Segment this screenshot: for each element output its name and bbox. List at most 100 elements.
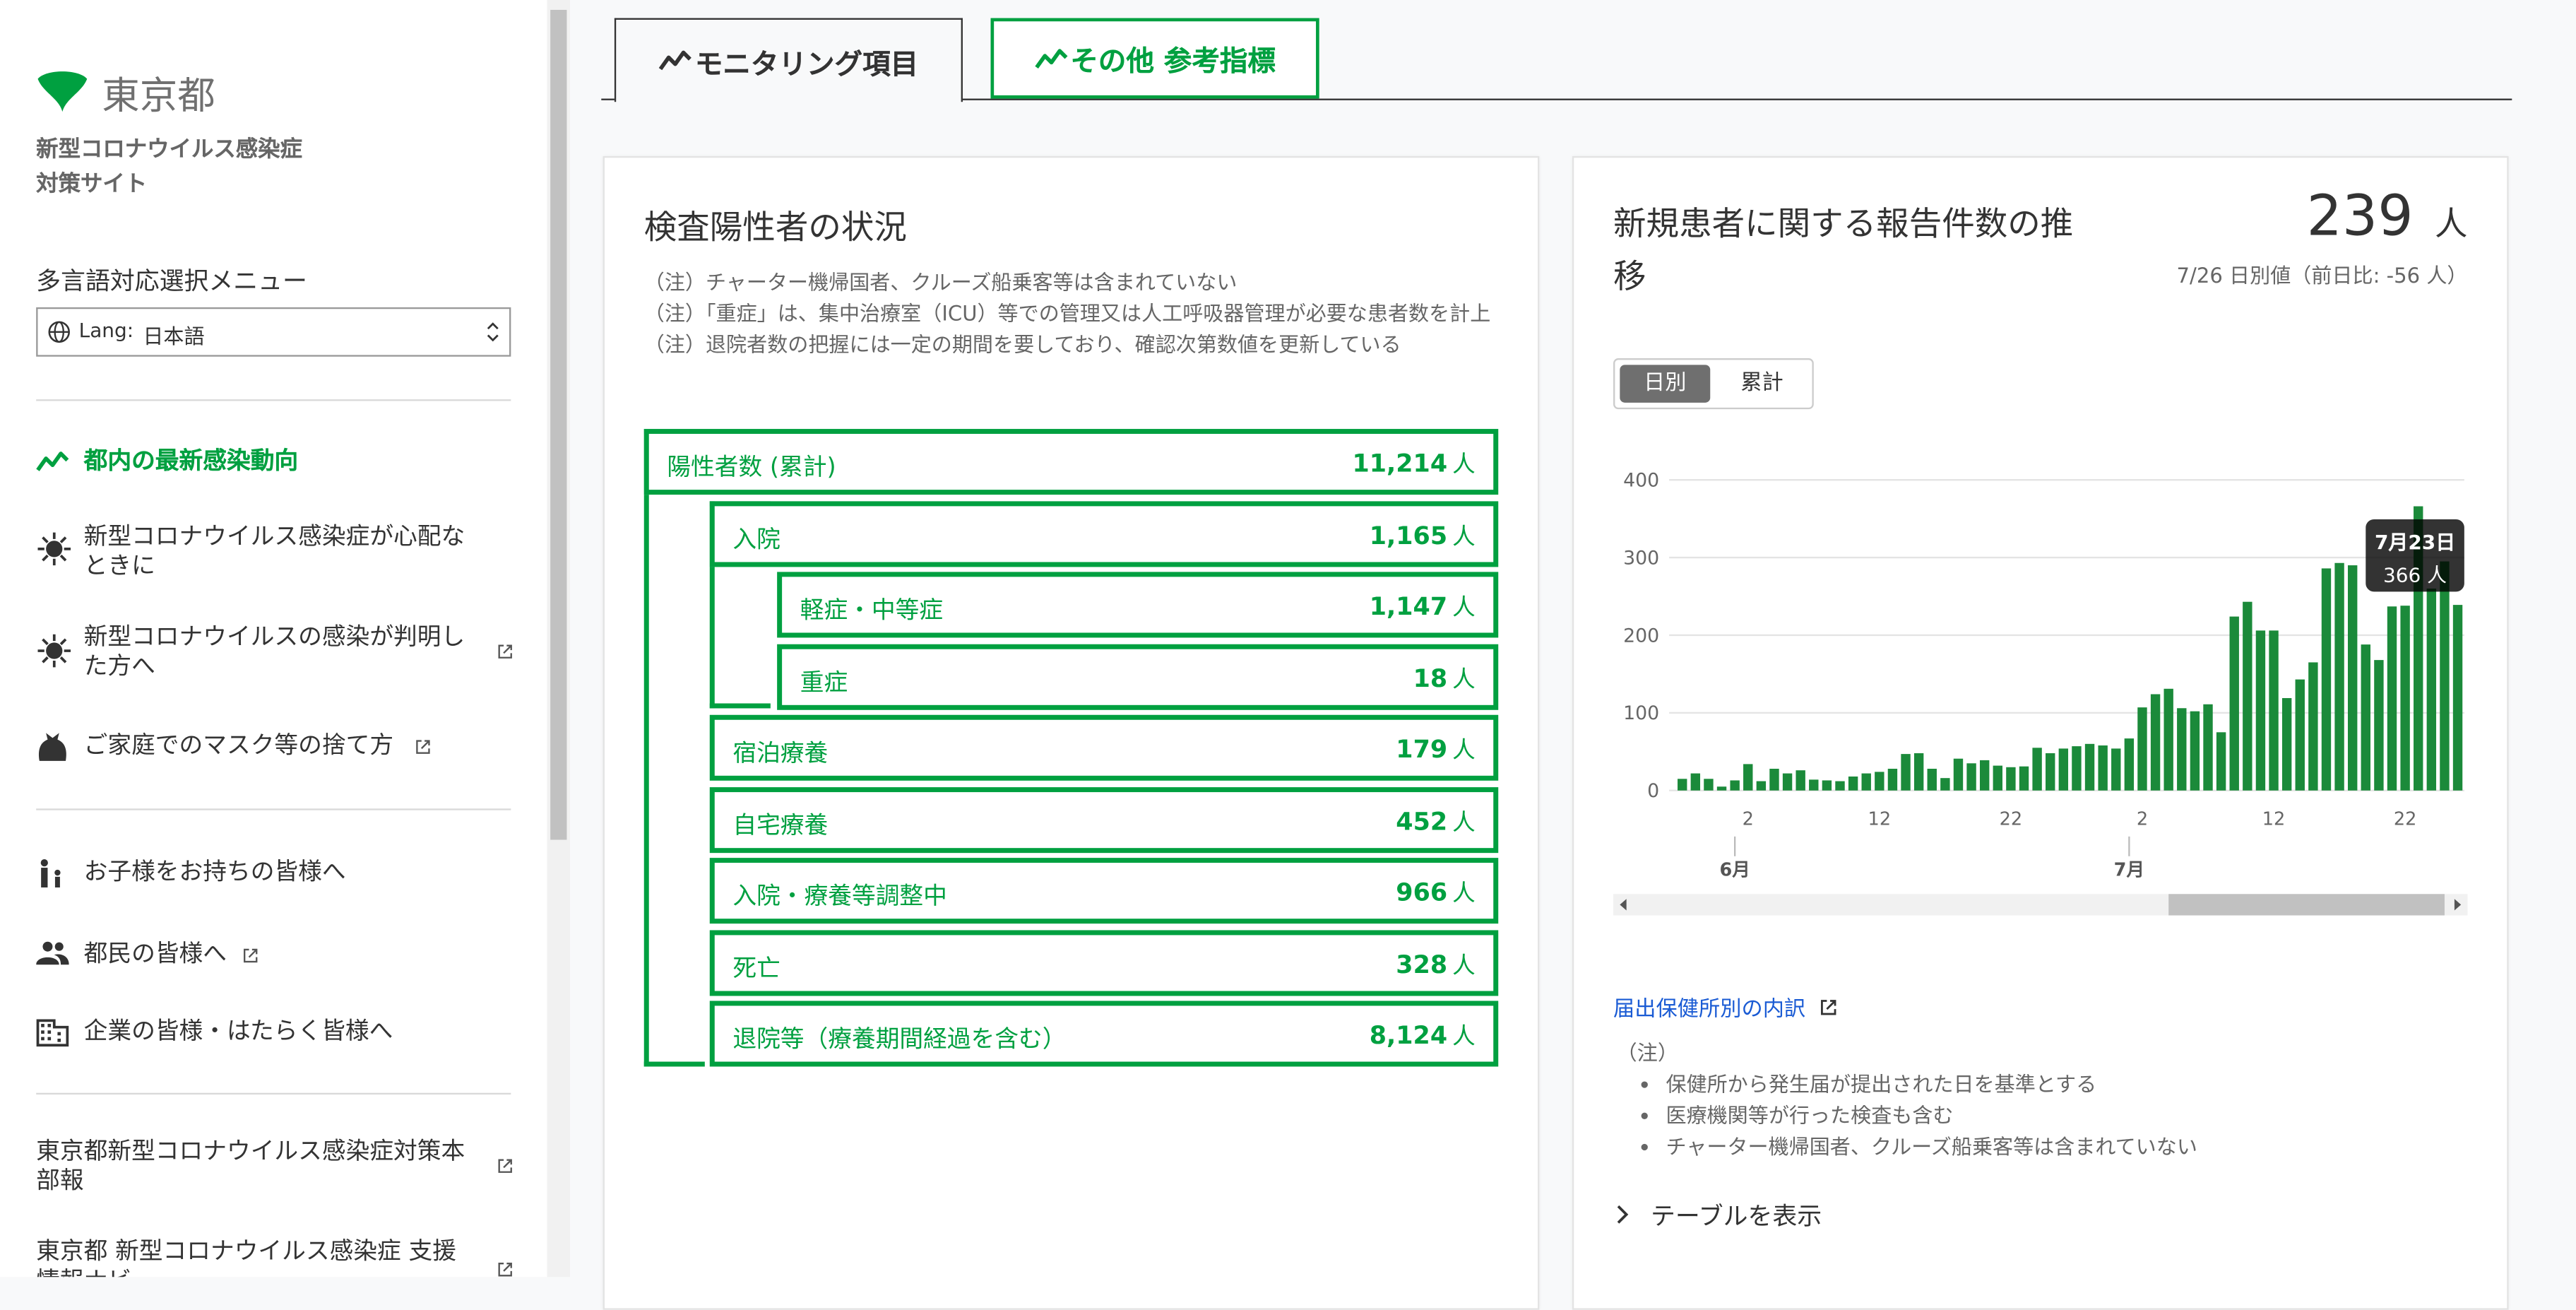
bar[interactable] — [1704, 779, 1714, 791]
trend-chart-icon — [658, 50, 692, 71]
bar[interactable] — [2243, 601, 2252, 791]
bar[interactable] — [1782, 773, 1793, 791]
scroll-left-arrow-icon[interactable] — [1615, 894, 1631, 915]
bar[interactable] — [2019, 766, 2029, 791]
bar[interactable] — [2229, 616, 2239, 791]
big-number: 239 — [2306, 184, 2414, 250]
site-title-line2: 対策サイト — [36, 170, 148, 198]
bar[interactable] — [2164, 688, 2173, 791]
bar[interactable] — [1887, 768, 1898, 791]
y-tick-label: 200 — [1623, 625, 1659, 647]
bar[interactable] — [2150, 694, 2161, 791]
row-value: 18 人 — [1413, 663, 1476, 694]
bar[interactable] — [2374, 660, 2384, 791]
bar[interactable] — [2295, 679, 2305, 791]
bar[interactable] — [2334, 562, 2344, 791]
x-tick-label: 22 — [2394, 809, 2417, 830]
bar[interactable] — [2216, 732, 2226, 791]
bar[interactable] — [2269, 630, 2279, 791]
bar[interactable] — [1953, 758, 1964, 791]
divider — [36, 1092, 511, 1095]
bar[interactable] — [1979, 760, 1990, 791]
bar[interactable] — [2440, 561, 2450, 791]
bar[interactable] — [2006, 767, 2016, 791]
reports-card: 新規患者に関する報告件数の推 移 239 人 7/26 日別値（前日比: -56… — [1572, 155, 2509, 1310]
tab-other-indicators[interactable]: その他 参考指標 — [990, 18, 1319, 99]
show-table-toggle[interactable]: テーブルを表示 — [1613, 1198, 1822, 1233]
bar[interactable] — [1913, 753, 1924, 791]
bar[interactable] — [2058, 748, 2069, 791]
nav-infected-label: 新型コロナウイルスの感染が判明した方へ — [83, 624, 465, 680]
bar[interactable] — [1678, 779, 1687, 791]
bar[interactable] — [1927, 768, 1937, 791]
external-link-icon — [416, 740, 430, 754]
bar[interactable] — [2190, 711, 2200, 791]
bar[interactable] — [2321, 568, 2332, 791]
bar[interactable] — [1796, 770, 1805, 791]
chart-scrollbar-thumb[interactable] — [2168, 894, 2445, 916]
tooltip-value: 366 人 — [2383, 563, 2447, 587]
bar[interactable] — [1993, 765, 2002, 791]
bar[interactable] — [2137, 707, 2147, 791]
bar[interactable] — [2072, 746, 2082, 791]
bar[interactable] — [1809, 779, 1819, 791]
bar[interactable] — [2281, 697, 2292, 791]
bar[interactable] — [1730, 780, 1740, 791]
bar[interactable] — [1743, 764, 1753, 791]
bar[interactable] — [1966, 763, 1976, 791]
bar[interactable] — [2084, 743, 2095, 791]
lang-prefix: Lang: — [78, 319, 134, 342]
lang-select[interactable]: Lang: 日本語 — [36, 307, 511, 357]
bar[interactable] — [2124, 738, 2135, 791]
bar[interactable] — [1940, 778, 1950, 791]
nav-worried-label: 新型コロナウイルス感染症が心配なときに — [83, 524, 465, 581]
bar[interactable] — [1769, 768, 1779, 791]
trash-bag-icon — [39, 733, 66, 761]
bar[interactable] — [2032, 748, 2042, 791]
toggle-cumulative-button[interactable]: 累計 — [1717, 365, 1808, 402]
bar[interactable] — [1835, 781, 1845, 791]
reports-big-value: 239 人 — [2307, 184, 2468, 250]
main-content: モニタリング項目 その他 参考指標 検査陽性者の状況 （注）チャーター機帰国者、… — [570, 0, 2576, 1310]
bar[interactable] — [1861, 773, 1871, 791]
health-center-breakdown-link[interactable]: 届出保健所別の内訳 — [1613, 991, 1839, 1022]
row-value: 1,147 人 — [1369, 591, 1476, 622]
nav-citizens-label: 都民の皆様へ — [83, 941, 227, 968]
lang-value: 日本語 — [143, 324, 205, 349]
bar[interactable] — [2347, 565, 2358, 791]
bar[interactable] — [2400, 606, 2410, 791]
bar[interactable] — [2308, 662, 2318, 791]
site-title-line1: 新型コロナウイルス感染症 — [36, 136, 302, 163]
bar[interactable] — [1716, 786, 1727, 791]
bar[interactable] — [2255, 630, 2266, 791]
divider — [36, 808, 511, 810]
bar[interactable] — [2387, 606, 2397, 791]
bar[interactable] — [2203, 704, 2213, 791]
positives-title: 検査陽性者の状況 — [643, 207, 907, 247]
bar[interactable] — [1901, 754, 1911, 791]
bar[interactable] — [2426, 589, 2437, 791]
toggle-daily-button[interactable]: 日別 — [1620, 365, 1711, 403]
ginkgo-logo-icon — [37, 71, 88, 112]
bar[interactable] — [1756, 781, 1767, 791]
sidebar-scrollbar-thumb[interactable] — [550, 9, 567, 840]
tab-monitoring[interactable]: モニタリング項目 — [614, 18, 963, 102]
tokyo-logo[interactable]: 東京都 — [36, 62, 249, 118]
divider — [36, 399, 511, 401]
scroll-right-arrow-icon[interactable] — [2450, 894, 2466, 915]
globe-icon — [48, 321, 70, 343]
bar[interactable] — [2361, 644, 2370, 791]
bar[interactable] — [1822, 780, 1832, 791]
bar[interactable] — [2177, 708, 2187, 791]
row-home: 自宅療養 452 人 — [709, 787, 1499, 854]
reports-title-line1: 新規患者に関する報告件数の推 — [1613, 203, 2074, 244]
bar[interactable] — [1875, 772, 1884, 791]
chart-scrollbar[interactable] — [1613, 894, 2468, 916]
bar[interactable] — [2111, 748, 2121, 791]
bar[interactable] — [2046, 753, 2055, 791]
bar[interactable] — [1690, 773, 1701, 791]
bar[interactable] — [1848, 776, 1858, 791]
bar[interactable] — [2452, 605, 2463, 791]
bar[interactable] — [2098, 745, 2108, 791]
row-label: 軽症・中等症 — [800, 598, 944, 625]
